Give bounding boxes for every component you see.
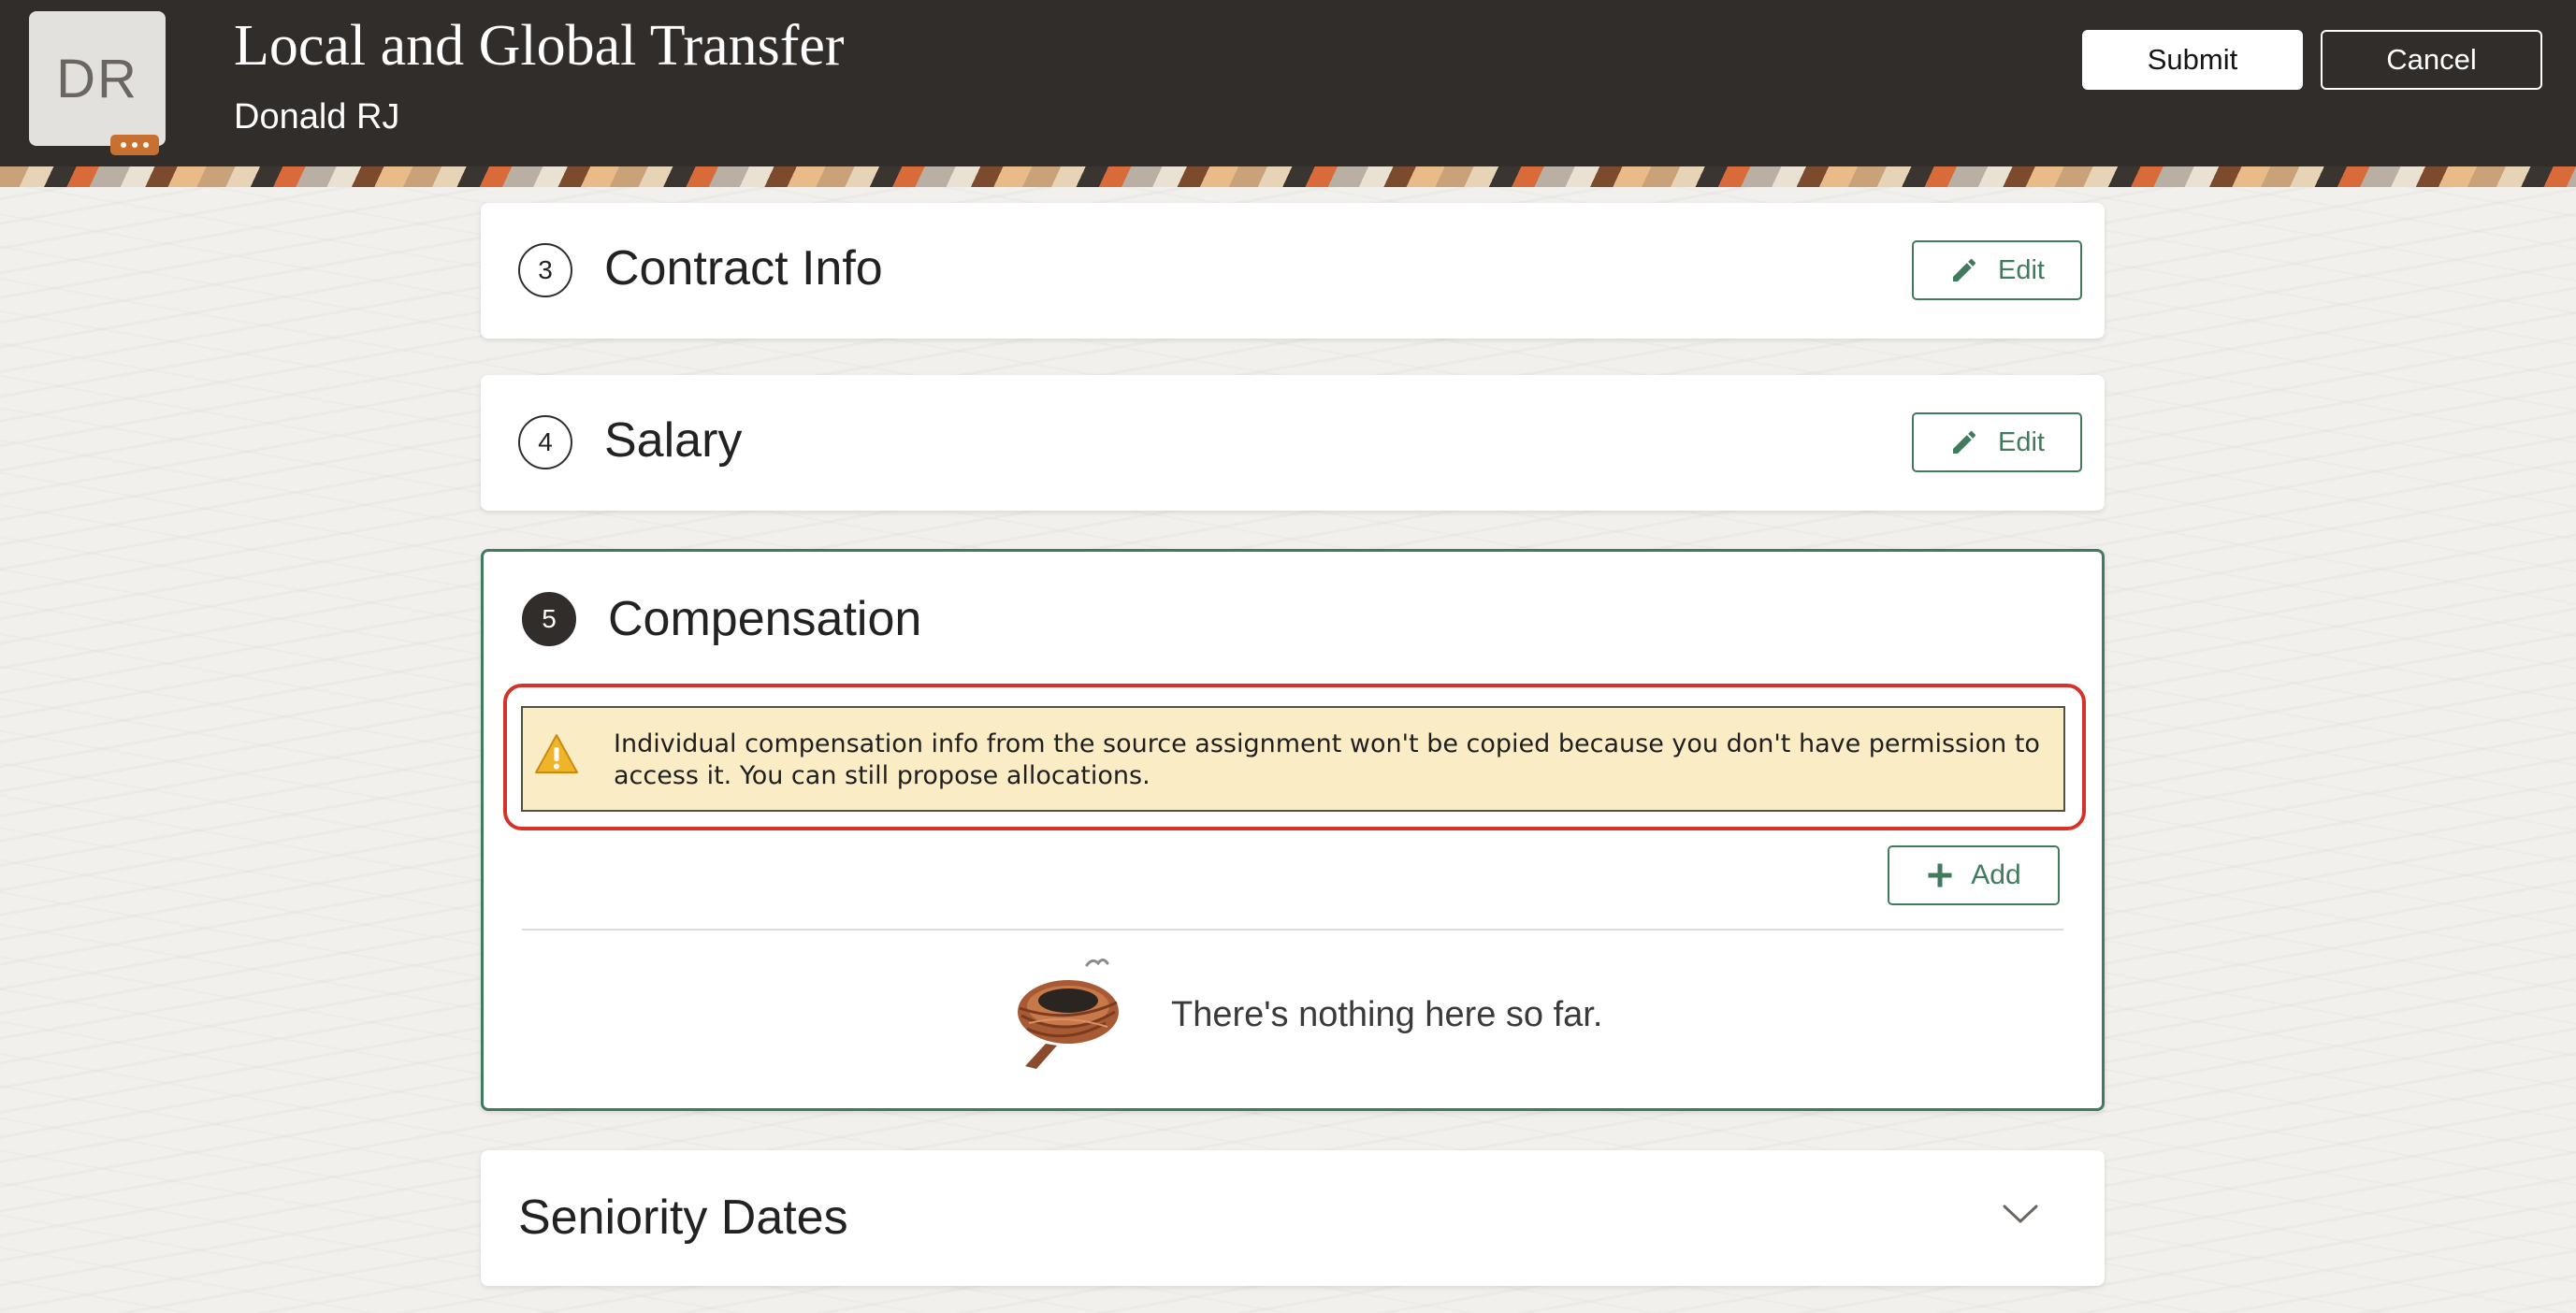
divider: [522, 929, 2063, 931]
section-salary: 4 Salary Edit: [481, 375, 2105, 511]
edit-label: Edit: [1998, 426, 2045, 457]
decorative-banner: [0, 166, 2576, 187]
add-compensation-button[interactable]: Add: [1888, 845, 2060, 905]
section-title: Compensation: [608, 592, 922, 646]
submit-button[interactable]: Submit: [2082, 30, 2303, 90]
step-number-badge: 5: [522, 592, 576, 646]
step-number-badge: 3: [518, 243, 572, 297]
chevron-down-icon[interactable]: [2000, 1200, 2041, 1228]
avatar-initials: DR: [56, 48, 138, 109]
more-options-icon[interactable]: [110, 135, 159, 155]
section-title: Seniority Dates: [518, 1190, 848, 1245]
edit-contract-info-button[interactable]: Edit: [1912, 240, 2082, 300]
empty-state-message: There's nothing here so far.: [1171, 995, 1603, 1034]
section-title: Salary: [604, 413, 743, 468]
warning-icon: [535, 734, 578, 773]
person-name: Donald RJ: [234, 97, 400, 137]
section-title: Contract Info: [604, 241, 883, 296]
pencil-icon: [1953, 430, 1976, 454]
warning-text: Individual compensation info from the so…: [614, 729, 2040, 790]
page-header: DR Local and Global Transfer Donald RJ S…: [0, 0, 2576, 166]
cancel-button[interactable]: Cancel: [2321, 30, 2542, 90]
avatar[interactable]: DR: [29, 11, 166, 146]
plus-icon: [1928, 863, 1952, 887]
add-label: Add: [1971, 859, 2021, 890]
page-title: Local and Global Transfer: [234, 14, 845, 78]
edit-label: Edit: [1998, 254, 2045, 285]
section-seniority-dates[interactable]: Seniority Dates: [481, 1150, 2105, 1286]
step-number-badge: 4: [518, 415, 572, 469]
pencil-icon: [1953, 258, 1976, 281]
section-contract-info: 3 Contract Info Edit: [481, 203, 2105, 339]
edit-salary-button[interactable]: Edit: [1912, 412, 2082, 472]
empty-nest-illustration: [1018, 959, 1119, 1069]
